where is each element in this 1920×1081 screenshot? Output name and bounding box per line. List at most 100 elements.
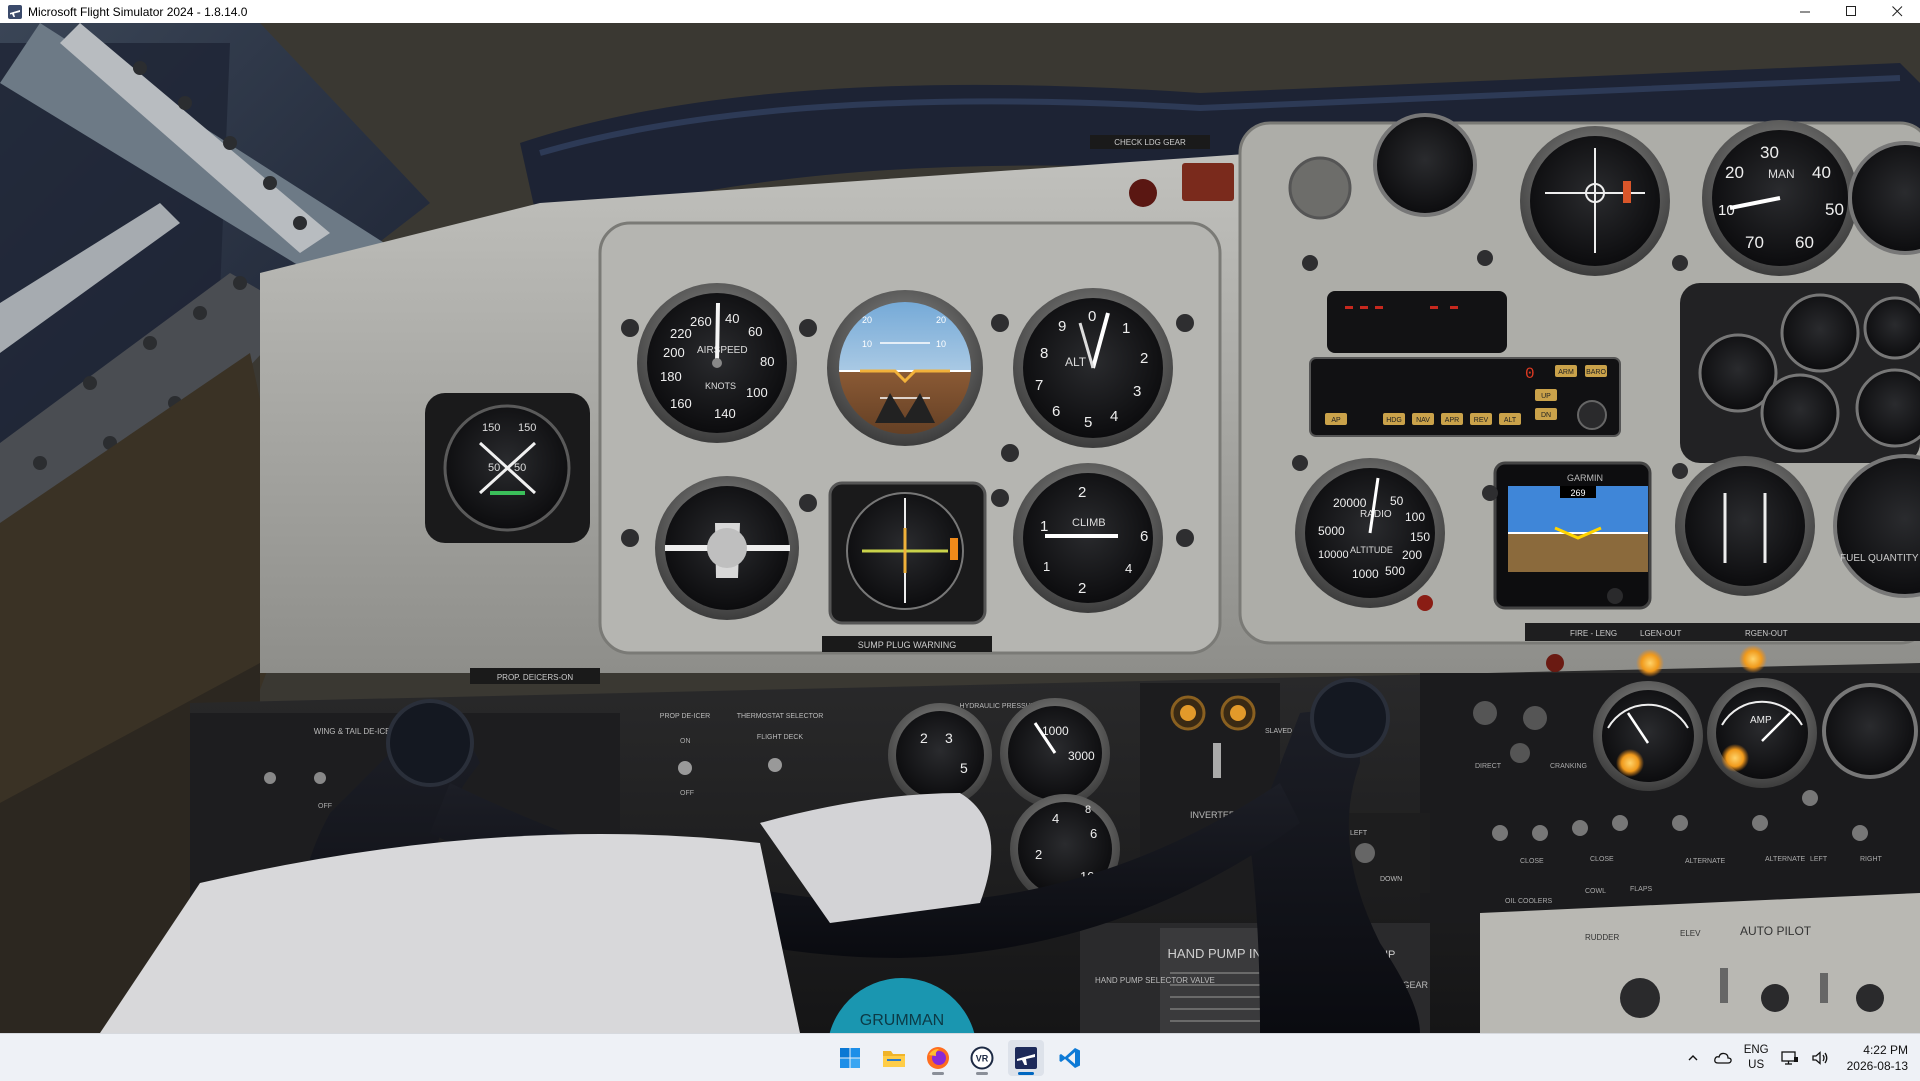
autopilot-toggle[interactable] [1820, 973, 1828, 1003]
running-indicator [976, 1071, 988, 1075]
manifold-title: MAN [1768, 167, 1795, 181]
radio-alt-tick: 200 [1402, 548, 1422, 562]
thermostat-switch[interactable] [768, 758, 782, 772]
horizon-tick: 20 [936, 315, 946, 325]
left-label: LEFT [1810, 856, 1828, 863]
airspeed-tick: 160 [670, 396, 692, 411]
off-label: OFF [318, 803, 332, 810]
hydraulic-tick: 4 [1052, 811, 1059, 826]
maximize-button[interactable] [1828, 0, 1874, 23]
autopilot-button-label: HDG [1386, 417, 1402, 424]
autopilot-knob[interactable] [1577, 400, 1607, 430]
deicer-switch[interactable] [314, 772, 326, 784]
window-controls [1782, 0, 1920, 23]
hydraulic-tick: 3000 [1068, 749, 1095, 763]
altimeter-tick: 7 [1035, 377, 1043, 394]
warning-light[interactable] [1129, 179, 1157, 207]
garmin-g5-display[interactable]: GARMIN 269 [1493, 461, 1652, 610]
rotary-switch[interactable] [1510, 743, 1530, 763]
elev-label: ELEV [1680, 929, 1701, 938]
network-button[interactable] [1780, 1049, 1799, 1067]
sump-plug-label: SUMP PLUG WARNING [858, 640, 957, 650]
slaved-label: SLAVED [1265, 728, 1292, 735]
vsi-tick: 2 [1078, 580, 1086, 597]
show-hidden-icons-button[interactable] [1684, 1049, 1702, 1067]
flap-tick: 150 [518, 422, 536, 434]
rotary-switch[interactable] [1473, 701, 1497, 725]
rotary-switch[interactable] [1523, 706, 1547, 730]
radio-alt-subtitle: ALTITUDE [1350, 545, 1393, 555]
cranking-label: CRANKING [1550, 763, 1587, 770]
alternate-label: ALTERNATE [1765, 856, 1806, 863]
autopilot-knob-3[interactable] [1856, 984, 1884, 1012]
airspeed-unit: KNOTS [705, 381, 736, 391]
taskbar: VR ENG US 4:22 PM 2026-08-13 [0, 1033, 1920, 1081]
autopilot-button-label: BARO [1586, 369, 1606, 376]
inverter-toggle[interactable] [1213, 743, 1221, 778]
hydraulic-tick: 3 [945, 730, 953, 746]
autopilot-readout: 0 [1525, 365, 1535, 383]
keyboard-layout: US [1748, 1058, 1765, 1071]
rudder-knob[interactable] [1620, 978, 1660, 1018]
altimeter: 0 1 2 3 4 5 6 7 8 9 ALT [1013, 288, 1173, 448]
radio-alt-tick: 150 [1410, 530, 1430, 544]
airspeed-tick: 80 [760, 354, 774, 369]
minimize-button[interactable] [1782, 0, 1828, 23]
manifold-pressure-gauge: 30 20 40 50 60 70 10 MAN [1702, 120, 1858, 276]
manifold-tick: 70 [1745, 233, 1764, 252]
radio-alt-tick: 10000 [1318, 549, 1349, 561]
vr-icon: VR [970, 1046, 994, 1069]
vr-app[interactable]: VR [964, 1040, 1000, 1076]
warning-lamp[interactable] [1636, 649, 1664, 677]
clock[interactable]: 4:22 PM 2026-08-13 [1847, 1042, 1908, 1074]
warning-annunciator[interactable] [1182, 163, 1234, 201]
close-label: CLOSE [1590, 856, 1614, 863]
radio-alt-tick: 50 [1390, 494, 1404, 508]
minimize-icon [1799, 11, 1810, 13]
autopilot-toggle[interactable] [1720, 968, 1728, 1003]
manifold-tick: 60 [1795, 233, 1814, 252]
horizon-tick: 10 [862, 339, 872, 349]
radio-alt-tick: 1000 [1352, 567, 1379, 581]
airspeed-tick: 180 [660, 369, 682, 384]
airspeed-tick: 140 [714, 406, 736, 421]
hydraulic-tick: 1000 [1042, 724, 1069, 738]
maximize-icon [1845, 6, 1856, 16]
close-button[interactable] [1874, 0, 1920, 23]
vsi-tick: 2 [1078, 484, 1086, 501]
vsi-tick: 6 [1140, 528, 1148, 545]
rgen-out-label: RGEN-OUT [1745, 629, 1788, 638]
radio-alt-tick: 20000 [1333, 496, 1367, 510]
alternate-label: ALTERNATE [1685, 858, 1726, 865]
down-label: DOWN [1380, 876, 1402, 883]
onedrive-button[interactable] [1713, 1049, 1732, 1067]
msfs-app[interactable] [1008, 1039, 1044, 1076]
running-indicator [932, 1071, 944, 1075]
vsi-tick: 1 [1040, 518, 1048, 535]
airspeed-tick: 200 [663, 345, 685, 360]
volume-button[interactable] [1811, 1049, 1829, 1067]
autopilot-button-label: DN [1541, 412, 1551, 419]
autopilot-control-panel: AUTO PILOT RUDDER ELEV [1480, 893, 1920, 1033]
warning-lamp[interactable] [1739, 645, 1767, 673]
autopilot-button-label: APR [1445, 417, 1459, 424]
start-button[interactable] [832, 1040, 868, 1076]
deicer-switch[interactable] [264, 772, 276, 784]
language-indicator[interactable]: ENG US [1744, 1043, 1769, 1073]
msfs-icon [1015, 1046, 1037, 1069]
hydraulic-pressure-gauge-2: 1000 3000 [1000, 698, 1110, 808]
hydraulic-tick: 8 [1085, 804, 1091, 816]
autopilot-knob-2[interactable] [1761, 984, 1789, 1012]
file-explorer-app[interactable] [876, 1040, 912, 1076]
system-tray: ENG US 4:22 PM 2026-08-13 [1684, 1034, 1908, 1081]
radio-alt-tick: 100 [1405, 510, 1425, 524]
prop-deicer-label: PROP DE-ICER [660, 713, 710, 720]
prop-deicers-label: PROP. DEICERS-ON [497, 673, 574, 682]
manifold-tick: 30 [1760, 143, 1779, 162]
gear-lever-knob[interactable] [1355, 843, 1375, 863]
firefox-app[interactable] [920, 1040, 956, 1076]
vscode-app[interactable] [1052, 1040, 1088, 1076]
prop-deicer-switch[interactable] [678, 761, 692, 775]
cockpit-viewport[interactable]: 150 150 50 50 260 40 60 80 100 140 160 1… [0, 23, 1920, 1033]
fire-leng-label: FIRE - LENG [1570, 629, 1617, 638]
